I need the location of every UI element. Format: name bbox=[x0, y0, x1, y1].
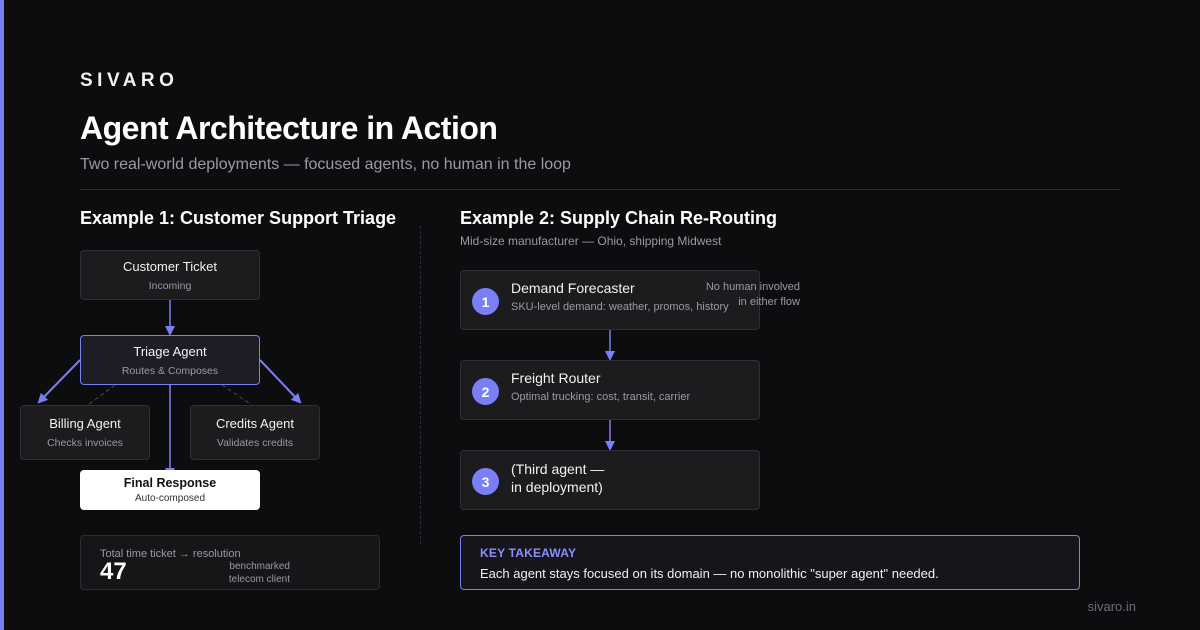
step-title-line: in deployment) bbox=[511, 479, 603, 495]
page-title: Agent Architecture in Action bbox=[80, 110, 498, 146]
node-subtitle: Validates credits bbox=[216, 437, 294, 449]
step-title: Freight Router bbox=[511, 370, 601, 386]
step-number-badge: 1 bbox=[472, 288, 499, 315]
takeaway-label: KEY TAKEAWAY bbox=[480, 546, 577, 560]
footer-url[interactable]: sivaro.in bbox=[1088, 599, 1136, 614]
page-subtitle: Two real-world deployments — focused age… bbox=[80, 156, 571, 173]
note-line: in either flow bbox=[738, 296, 800, 308]
stat-note-line: telecom client bbox=[228, 574, 290, 585]
step-description: SKU-level demand: weather, promos, histo… bbox=[511, 301, 729, 313]
node-subtitle: Checks invoices bbox=[47, 437, 123, 449]
node-subtitle: Auto-composed bbox=[134, 493, 206, 504]
node-subtitle: Routes & Composes bbox=[121, 364, 219, 377]
step-number-badge: 2 bbox=[472, 378, 499, 405]
node-title: Customer Ticket bbox=[123, 258, 217, 274]
stat-note-line: benchmarked bbox=[229, 561, 290, 572]
arrow-triage-to-billing bbox=[37, 359, 81, 404]
example1-heading: Example 1: Customer Support Triage bbox=[80, 208, 397, 228]
step-title: Demand Forecaster bbox=[511, 280, 635, 296]
node-credits-agent: Credits Agent Validates credits bbox=[190, 405, 320, 460]
node-subtitle: Incoming bbox=[148, 279, 192, 292]
step-title-line: (Third agent — bbox=[511, 461, 605, 477]
node-billing-agent: Billing Agent Checks invoices bbox=[20, 405, 150, 460]
node-title: Triage Agent bbox=[133, 343, 207, 359]
accent-bar bbox=[0, 0, 4, 630]
node-final-response: Final Response Auto-composed bbox=[80, 470, 260, 510]
step-description: Optimal trucking: cost, transit, carrier bbox=[511, 391, 691, 403]
key-takeaway-card: KEY TAKEAWAY Each agent stays focused on… bbox=[460, 535, 1080, 590]
example2-subheading: Mid-size manufacturer — Ohio, shipping M… bbox=[460, 234, 722, 248]
dashed-billing-link bbox=[87, 384, 116, 406]
column-divider bbox=[420, 226, 421, 544]
arrow-triage-to-credits bbox=[259, 359, 302, 404]
brand-logo: SIVARO bbox=[80, 70, 179, 91]
stat-card: Total time ticket → resolution 47 benchm… bbox=[80, 535, 380, 590]
step-freight-router: 2 Freight Router Optimal trucking: cost,… bbox=[460, 360, 760, 420]
node-triage-agent: Triage Agent Routes & Composes bbox=[80, 335, 260, 385]
node-title: Credits Agent bbox=[215, 416, 295, 431]
no-human-note: No human involved in either flow bbox=[706, 280, 800, 310]
step-number-badge: 3 bbox=[472, 468, 499, 495]
node-title: Final Response bbox=[123, 476, 217, 490]
step-third-agent: 3 (Third agent — in deployment) bbox=[460, 450, 760, 510]
step-title: (Third agent — in deployment) bbox=[511, 460, 604, 496]
example2-heading: Example 2: Supply Chain Re-Routing bbox=[460, 208, 778, 228]
node-title: Billing Agent bbox=[49, 416, 121, 431]
header-divider bbox=[80, 189, 1120, 190]
dashed-credits-link bbox=[221, 384, 253, 406]
takeaway-text: Each agent stays focused on its domain —… bbox=[480, 566, 939, 581]
note-line: No human involved bbox=[705, 281, 800, 293]
stat-value: 47 bbox=[100, 558, 127, 585]
node-customer-ticket: Customer Ticket Incoming bbox=[80, 250, 260, 300]
stat-note: benchmarked telecom client bbox=[229, 560, 290, 586]
